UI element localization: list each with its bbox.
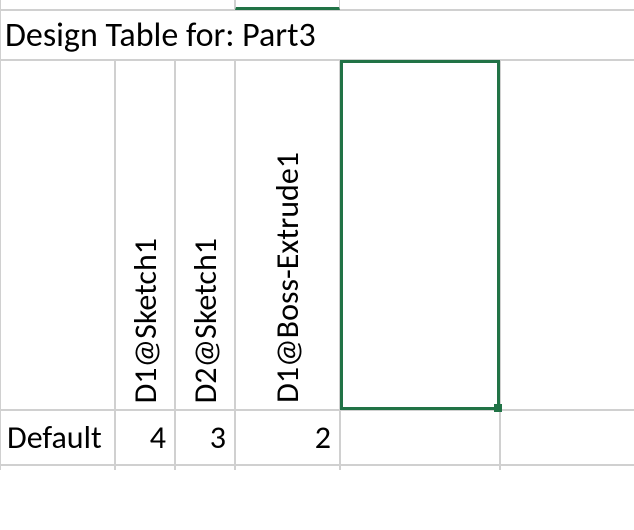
grid-edge-top-right (340, 0, 634, 10)
data-cell[interactable]: 4 (115, 410, 175, 465)
data-cell[interactable]: 3 (175, 410, 235, 465)
empty-cell[interactable] (340, 465, 500, 470)
column-header-label: D1@Boss-Extrude1 (268, 152, 307, 403)
grid-edge-top (0, 0, 235, 10)
row-label-cell[interactable]: Default (0, 410, 115, 465)
row-label: Default (7, 418, 102, 457)
empty-cell[interactable] (500, 465, 634, 470)
empty-cell[interactable] (500, 60, 634, 410)
data-cell[interactable]: 2 (235, 410, 340, 465)
empty-cell[interactable] (175, 465, 235, 470)
header-empty[interactable] (0, 60, 115, 410)
empty-cell[interactable] (115, 465, 175, 470)
column-header-selected-indicator (235, 0, 340, 10)
column-header[interactable]: D2@Sketch1 (175, 60, 235, 410)
column-header[interactable]: D1@Sketch1 (115, 60, 175, 410)
column-header[interactable]: D1@Boss-Extrude1 (235, 60, 340, 410)
empty-cell[interactable] (340, 410, 500, 465)
cell-value: 3 (210, 418, 226, 457)
selected-cell[interactable] (340, 60, 500, 410)
cell-value: 2 (315, 418, 331, 457)
column-header-label: D1@Sketch1 (126, 238, 165, 403)
fill-handle[interactable] (494, 404, 502, 412)
empty-cell[interactable] (500, 410, 634, 465)
design-table: Design Table for: Part3 D1@Sketch1 D2@Sk… (0, 0, 634, 470)
title-cell[interactable]: Design Table for: Part3 (0, 10, 634, 60)
column-header-label: D2@Sketch1 (186, 238, 225, 403)
empty-cell[interactable] (0, 465, 115, 470)
empty-cell[interactable] (235, 465, 340, 470)
title-text: Design Table for: Part3 (5, 15, 316, 56)
cell-value: 4 (150, 418, 166, 457)
